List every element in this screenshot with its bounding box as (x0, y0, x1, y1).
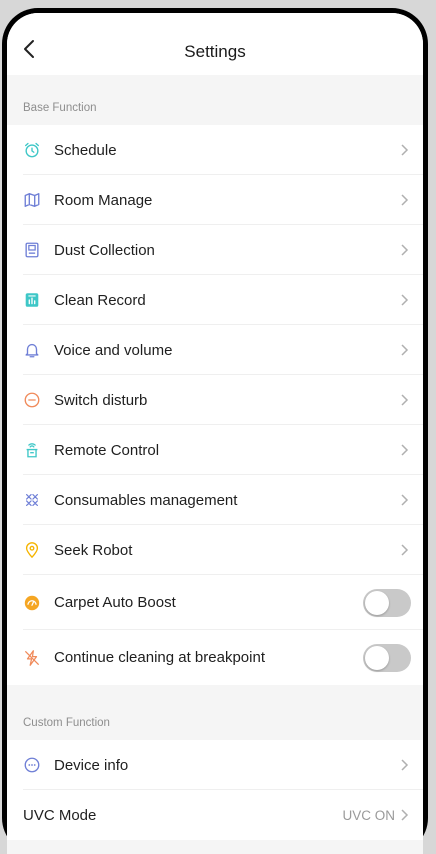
section-label-custom: Custom Function (23, 717, 110, 729)
page-title: Settings (184, 42, 246, 61)
settings-item-label: Schedule (54, 141, 117, 159)
chevron-right-icon (401, 759, 409, 771)
phone-frame: Settings Base Function Schedule Room Man… (2, 8, 428, 854)
chevron-right-icon (401, 444, 409, 456)
settings-item-label: Switch disturb (54, 391, 148, 409)
chevron-right-icon (401, 244, 409, 256)
chevron-right-icon (401, 394, 409, 406)
chevron-right-icon (401, 294, 409, 306)
settings-item-carpet-auto-boost: Carpet Auto Boost (7, 575, 423, 630)
chevron-right-icon (401, 494, 409, 506)
settings-item-remote-control[interactable]: Remote Control (7, 425, 423, 475)
settings-item-uvc-mode[interactable]: UVC Mode UVC ON (7, 790, 423, 840)
section-label-base: Base Function (23, 102, 97, 114)
settings-item-device-info[interactable]: Device info (7, 740, 423, 790)
settings-item-label: Carpet Auto Boost (54, 594, 176, 611)
location-pin-icon (22, 540, 42, 560)
settings-item-room-manage[interactable]: Room Manage (7, 175, 423, 225)
settings-item-consumables[interactable]: Consumables management (7, 475, 423, 525)
settings-item-label: Continue cleaning at breakpoint (54, 649, 265, 666)
settings-item-dust-collection[interactable]: Dust Collection (7, 225, 423, 275)
settings-screen: Settings Base Function Schedule Room Man… (7, 13, 423, 854)
chevron-right-icon (401, 344, 409, 356)
settings-item-label: Remote Control (54, 441, 160, 459)
do-not-disturb-icon (22, 390, 42, 410)
settings-item-voice-volume[interactable]: Voice and volume (7, 325, 423, 375)
uvc-mode-value: UVC ON (342, 807, 395, 823)
more-circle-icon (22, 755, 42, 775)
settings-item-label: Consumables management (54, 491, 238, 509)
record-document-icon (22, 290, 42, 310)
toggle-knob (365, 590, 389, 615)
settings-item-label: Room Manage (54, 191, 153, 209)
settings-item-label: Device info (54, 756, 129, 774)
chevron-right-icon (401, 144, 409, 156)
continue-cleaning-toggle[interactable] (363, 643, 411, 672)
header-bar: Settings (7, 13, 423, 75)
settings-item-schedule[interactable]: Schedule (7, 125, 423, 175)
settings-item-label: Seek Robot (54, 541, 133, 559)
consumables-icon (22, 490, 42, 510)
chevron-right-icon (401, 194, 409, 206)
remote-control-icon (22, 440, 42, 460)
chevron-right-icon (401, 544, 409, 556)
carpet-boost-toggle[interactable] (363, 588, 411, 617)
settings-item-label: UVC Mode (23, 806, 97, 824)
settings-item-switch-disturb[interactable]: Switch disturb (7, 375, 423, 425)
custom-function-group: Device info UVC Mode UVC ON (7, 740, 423, 840)
chevron-left-icon[interactable] (19, 38, 41, 60)
map-icon (22, 190, 42, 210)
settings-item-label: Clean Record (54, 291, 146, 309)
settings-item-continue-cleaning: Continue cleaning at breakpoint (7, 630, 423, 685)
settings-item-seek-robot[interactable]: Seek Robot (7, 525, 423, 575)
settings-item-label: Dust Collection (54, 241, 155, 259)
settings-item-label: Voice and volume (54, 341, 173, 359)
toggle-knob (365, 645, 389, 670)
bell-icon (22, 340, 42, 360)
alarm-clock-icon (22, 140, 42, 160)
lightning-icon (22, 648, 42, 668)
carpet-boost-icon (22, 593, 42, 613)
dust-station-icon (22, 240, 42, 260)
settings-item-clean-record[interactable]: Clean Record (7, 275, 423, 325)
base-function-group: Schedule Room Manage Dust Collection Cle… (7, 125, 423, 685)
chevron-right-icon (401, 809, 409, 821)
